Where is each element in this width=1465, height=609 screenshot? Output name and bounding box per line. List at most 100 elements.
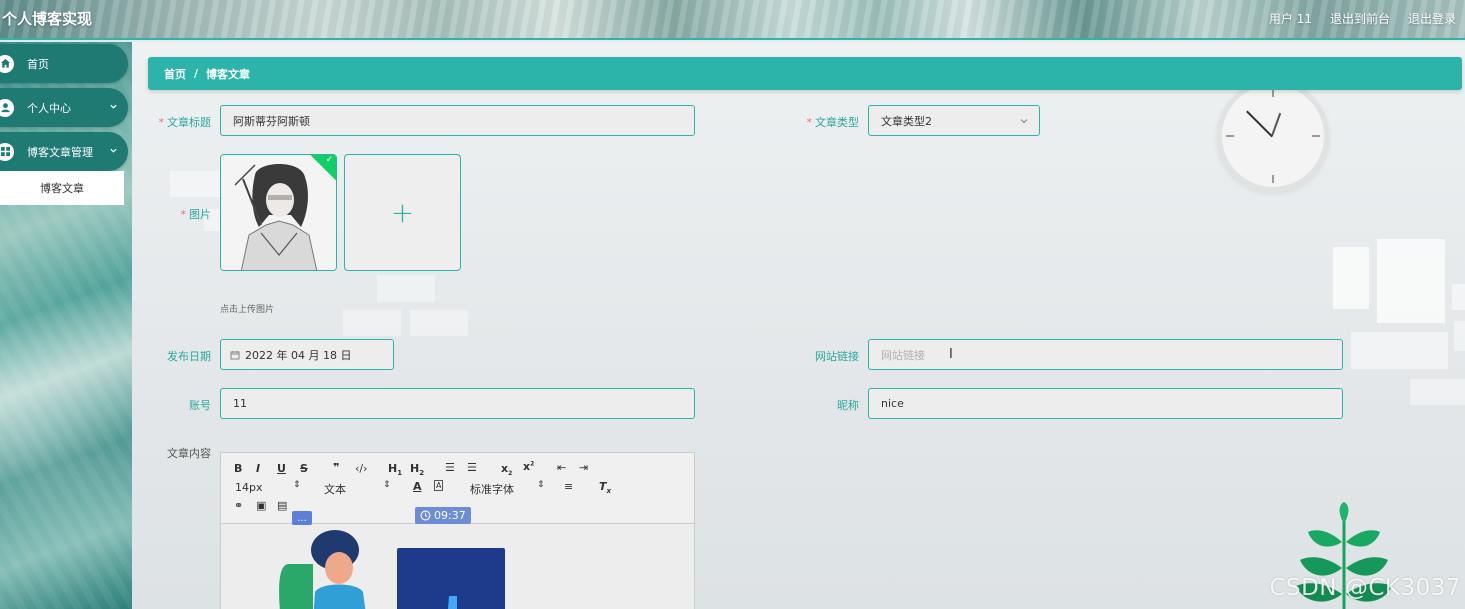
content-label: 文章内容 [167,447,211,460]
clock-tick [1272,89,1274,97]
required-asterisk: * [806,116,813,129]
home-icon [0,54,14,73]
font-family-select[interactable]: 标准字体 [470,481,514,497]
align-icon[interactable]: ≡ [564,480,573,493]
code-block-icon[interactable]: ‹/› [355,462,368,475]
clock-tick [1312,135,1320,137]
sidebar-item-label: 博客文章管理 [27,145,93,159]
background-decoration [377,275,435,302]
heading2-icon[interactable]: H2 [410,462,424,477]
type-select[interactable]: 文章类型2 [868,105,1040,136]
link-label: 网站链接 [815,350,859,363]
clock-icon [420,510,431,521]
breadcrumb: 首页 / 博客文章 [148,57,1462,90]
background-decoration [170,171,222,197]
chevron-down-icon [109,101,118,114]
chevron-down-icon [1019,116,1029,129]
user-icon [0,98,14,117]
bullet-list-icon[interactable]: ☰ [467,461,477,474]
clock-hand [1246,110,1273,138]
underline-icon[interactable]: U [277,462,286,475]
subscript-icon[interactable]: x2 [501,462,512,477]
background-decoration [343,310,401,336]
upload-hint: 点击上传图片 [220,305,275,315]
content-illustration [279,530,505,609]
image-icon[interactable]: ▣ [256,499,266,512]
current-user-label: 用户 11 [1268,12,1312,26]
background-decoration [410,310,468,336]
strikethrough-icon[interactable]: S [300,462,308,475]
check-icon: ✓ [325,154,334,165]
background-decoration [1410,379,1465,405]
clock-tick [1226,135,1234,137]
calendar-icon [230,350,240,360]
video-icon[interactable]: ▤ [277,499,287,512]
italic-icon[interactable]: I [256,462,260,475]
chevron-updown-icon: ⇕ [383,480,391,490]
superscript-icon[interactable]: x2 [523,460,534,473]
font-size-select[interactable]: 14px [235,481,263,494]
chevron-updown-icon: ⇕ [537,480,545,490]
outdent-icon[interactable]: ⇤ [557,461,566,474]
chat-bubble-icon: ... [292,511,312,525]
background-decoration [1333,247,1369,309]
chevron-down-icon [109,145,118,158]
background-color-icon[interactable]: A [434,480,444,491]
clock-tick [1272,175,1274,183]
sidebar-item-label: 个人中心 [27,101,71,115]
date-picker[interactable]: 2022 年 04 月 18 日 [220,339,394,370]
required-asterisk: * [180,208,187,221]
sidebar-subitem-blog-articles[interactable]: 博客文章 [0,171,124,205]
text-style-select[interactable]: 文本 [324,481,346,497]
app-title: 个人博客实现 [2,10,93,28]
ordered-list-icon[interactable]: ☰ [445,461,455,474]
back-to-front-link[interactable]: 退出到前台 [1330,10,1390,27]
main-content: 首页 / 博客文章 * 文章标题 阿斯蒂芬阿斯顿 * 文章类型 文章类型2 * 图片 … [132,42,1465,609]
breadcrumb-current: 博客文章 [206,67,251,81]
clear-format-icon[interactable]: Tx [599,480,611,495]
watermark: CSDN @CK3037 [1269,575,1461,601]
rich-text-editor[interactable]: B I U S ❞ ‹/› H1 H2 ☰ ☰ x2 x2 ⇤ ⇥ 14px ⇕… [220,452,695,609]
logout-link[interactable]: 退出登录 [1408,10,1456,27]
image-label-text: 图片 [189,208,211,221]
text-cursor-icon: I [949,347,953,362]
portrait-illustration [221,155,336,270]
background-decoration [1452,284,1465,310]
bold-icon[interactable]: B [234,462,242,475]
breadcrumb-separator: / [194,67,199,80]
editor-content-area[interactable] [221,524,694,609]
nickname-input[interactable]: nice [868,388,1343,419]
chevron-updown-icon: ⇕ [293,480,301,490]
grid-icon [0,142,14,161]
clock-decoration [1217,80,1329,192]
type-label: * 文章类型 [789,114,860,130]
link-icon[interactable]: ⚭ [234,499,243,512]
background-decoration [1351,332,1448,369]
title-label: * 文章标题 [141,114,212,130]
sidebar-item-profile[interactable]: 个人中心 [0,88,128,127]
heading1-icon[interactable]: H1 [388,462,402,477]
account-input[interactable]: 11 [220,388,695,419]
type-label-text: 文章类型 [815,116,859,129]
sidebar: 首页 个人中心 博客文章管理 博客文章 [0,42,132,609]
date-label: 发布日期 [167,350,211,363]
blockquote-icon[interactable]: ❞ [333,461,339,474]
time-badge: 09:37 [415,507,471,524]
font-color-icon[interactable]: A [413,480,422,493]
sidebar-item-blog-management[interactable]: 博客文章管理 [0,132,128,171]
date-value: 2022 年 04 月 18 日 [245,348,352,362]
uploaded-image-thumbnail[interactable]: ✓ [220,154,337,271]
plus-icon: + [390,196,415,229]
breadcrumb-home[interactable]: 首页 [164,66,186,82]
nickname-label: 昵称 [837,399,859,412]
sidebar-item-home[interactable]: 首页 [0,44,128,83]
add-image-button[interactable]: + [344,154,461,271]
image-label: * 图片 [141,206,212,222]
website-link-input[interactable]: 网站链接 [868,339,1343,370]
sidebar-item-label: 首页 [27,57,49,71]
title-label-text: 文章标题 [167,116,211,129]
indent-icon[interactable]: ⇥ [579,461,588,474]
title-input[interactable]: 阿斯蒂芬阿斯顿 [220,105,695,136]
required-asterisk: * [158,116,165,129]
account-label: 账号 [189,399,211,412]
